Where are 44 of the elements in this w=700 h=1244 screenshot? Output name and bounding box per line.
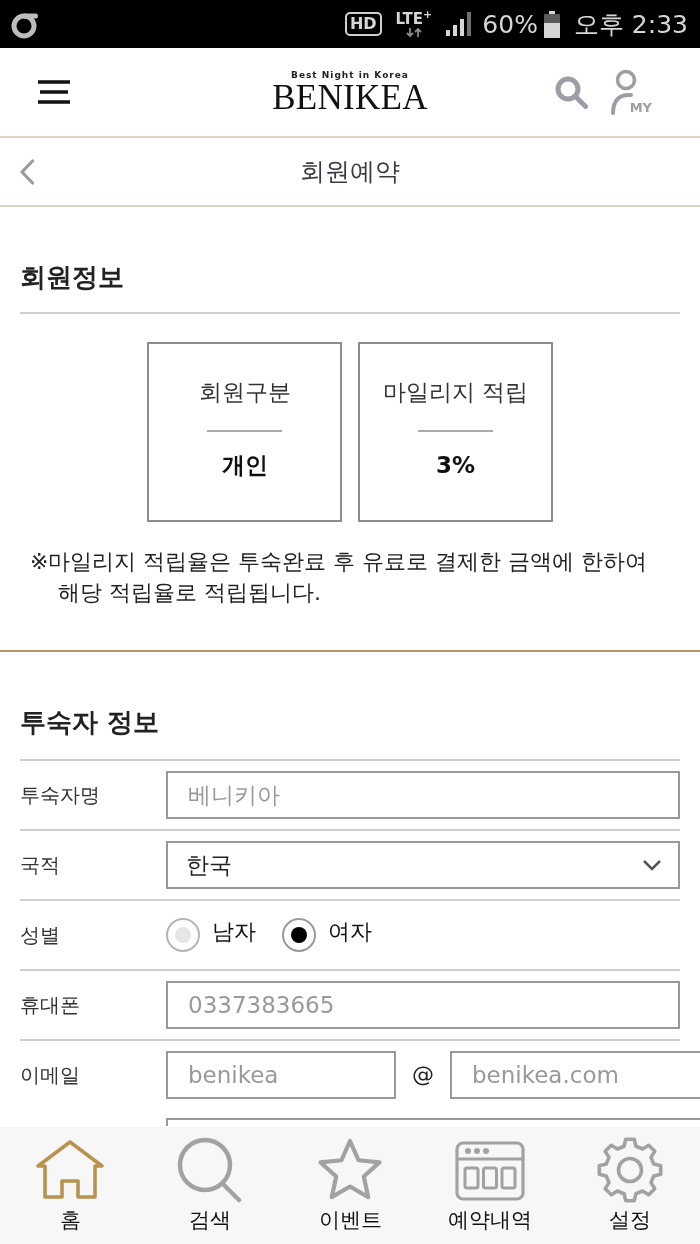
logo-wordmark: BENIKEA	[272, 80, 428, 115]
battery-icon	[543, 10, 560, 38]
card-label: 회원구분	[198, 378, 291, 407]
menu-icon[interactable]	[37, 79, 71, 105]
field-label: 이메일	[20, 1062, 81, 1089]
signal-icon	[446, 12, 473, 36]
radio-label: 남자	[212, 918, 256, 946]
hd-badge: HD	[344, 12, 382, 36]
status-time: 오후 2:33	[573, 8, 688, 41]
field-label: 투숙자명	[20, 782, 101, 809]
data-arrows-icon	[405, 28, 422, 37]
card-label: 마일리지 적립	[382, 378, 529, 407]
gear-icon	[595, 1137, 665, 1203]
input-field[interactable]: 0337383665	[166, 981, 680, 1029]
field-label: 휴대폰	[20, 992, 81, 1019]
note-text: ※마일리지 적립율은 투숙완료 후 유료로 결제한 금액에 한하여 해당 적립율로 적립됩니다.	[29, 548, 649, 607]
nav-tab[interactable]: 홈	[0, 1127, 140, 1244]
chevron-down-icon	[642, 859, 662, 871]
page-title: 회원예약	[300, 155, 400, 188]
battery-percent: 60%	[482, 9, 538, 39]
search-icon[interactable]	[555, 75, 588, 109]
radio-button[interactable]	[282, 918, 316, 952]
input-field[interactable]: 베니키아	[166, 771, 680, 819]
input-field[interactable]: benikea	[166, 1051, 396, 1099]
input-field[interactable]: benikea.com	[450, 1051, 700, 1099]
back-icon[interactable]	[19, 158, 35, 185]
field-label: 성별	[20, 922, 61, 949]
card-value: 3%	[435, 451, 476, 480]
house-icon	[35, 1139, 105, 1201]
network-type: LTE$^{+}$	[395, 11, 433, 28]
at-sign: @	[411, 1061, 435, 1089]
select-field[interactable]: 한국	[166, 841, 680, 889]
field-label: 국적	[20, 852, 61, 879]
window-icon	[455, 1139, 525, 1201]
nav-tab[interactable]: 예약내역	[420, 1127, 560, 1244]
nav-tab[interactable]: 검색	[140, 1127, 280, 1244]
nav-tab[interactable]: 설정	[560, 1127, 700, 1244]
section-heading: 회원정보	[20, 262, 124, 292]
radio-button[interactable]	[166, 918, 200, 952]
section-heading: 투숙자 정보	[20, 707, 160, 737]
radio-label: 여자	[328, 918, 372, 946]
card-value: 개인	[221, 451, 268, 480]
logo-tagline: Best Night in Korea	[291, 69, 409, 81]
nav-tab[interactable]: 이벤트	[280, 1127, 420, 1244]
